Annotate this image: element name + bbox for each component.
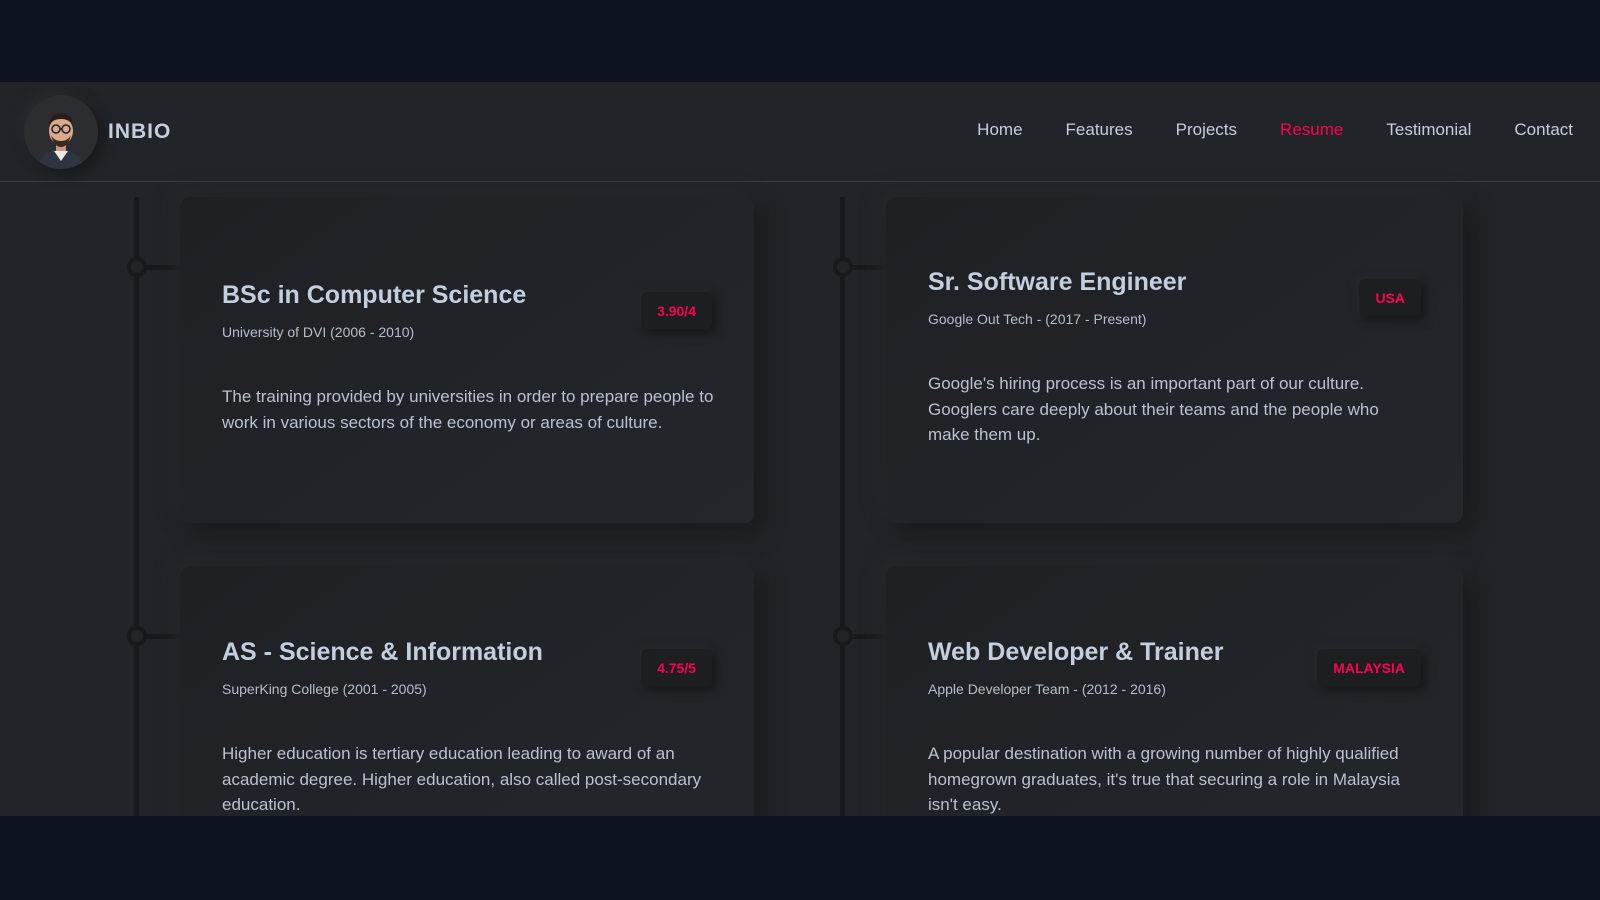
card-title: BSc in Computer Science: [222, 281, 527, 309]
timeline-node: [833, 626, 853, 646]
card-description: Higher education is tertiary education l…: [222, 744, 702, 814]
card-subtitle: SuperKing College (2001 - 2005): [222, 681, 427, 697]
nav-features[interactable]: Features: [1066, 120, 1133, 140]
card-description: A popular destination with a growing num…: [928, 744, 1400, 814]
nav-projects[interactable]: Projects: [1176, 120, 1237, 140]
timeline-connector: [145, 634, 181, 639]
card-title: Sr. Software Engineer: [928, 268, 1187, 296]
timeline-node: [127, 257, 147, 277]
main-nav: Home Features Projects Resume Testimonia…: [934, 120, 1573, 140]
card-description: Google's hiring process is an important …: [928, 374, 1379, 444]
nav-testimonial[interactable]: Testimonial: [1386, 120, 1471, 140]
nav-resume[interactable]: Resume: [1280, 120, 1343, 140]
card-title: Web Developer & Trainer: [928, 638, 1224, 666]
grade-badge: 4.75/5: [641, 649, 712, 686]
page-viewport: INBIO Home Features Projects Resume Test…: [0, 82, 1600, 816]
education-card: BSc in Computer Science University of DV…: [180, 197, 754, 523]
education-timeline-line: [134, 197, 139, 816]
location-badge: MALAYSIA: [1317, 649, 1421, 686]
timeline-connector: [145, 265, 181, 270]
timeline-node: [127, 626, 147, 646]
experience-card: Sr. Software Engineer Google Out Tech - …: [886, 197, 1463, 523]
card-subtitle: Apple Developer Team - (2012 - 2016): [928, 681, 1166, 697]
location-badge: USA: [1359, 279, 1421, 316]
card-title: AS - Science & Information: [222, 638, 543, 666]
card-subtitle: Google Out Tech - (2017 - Present): [928, 311, 1147, 327]
experience-timeline-line: [840, 197, 845, 816]
card-description: The training provided by universities in…: [222, 387, 714, 432]
timeline-node: [833, 257, 853, 277]
site-header: INBIO Home Features Projects Resume Test…: [0, 82, 1600, 182]
nav-contact[interactable]: Contact: [1514, 120, 1573, 140]
experience-card: Web Developer & Trainer Apple Developer …: [886, 566, 1463, 816]
profile-avatar[interactable]: [24, 95, 98, 169]
grade-badge: 3.90/4: [641, 292, 712, 329]
education-card: AS - Science & Information SuperKing Col…: [180, 566, 754, 816]
timeline-connector: [851, 265, 887, 270]
timeline-connector: [851, 634, 887, 639]
avatar-image: [24, 95, 98, 169]
brand-name[interactable]: INBIO: [108, 120, 171, 144]
nav-home[interactable]: Home: [977, 120, 1022, 140]
card-subtitle: University of DVI (2006 - 2010): [222, 324, 415, 340]
